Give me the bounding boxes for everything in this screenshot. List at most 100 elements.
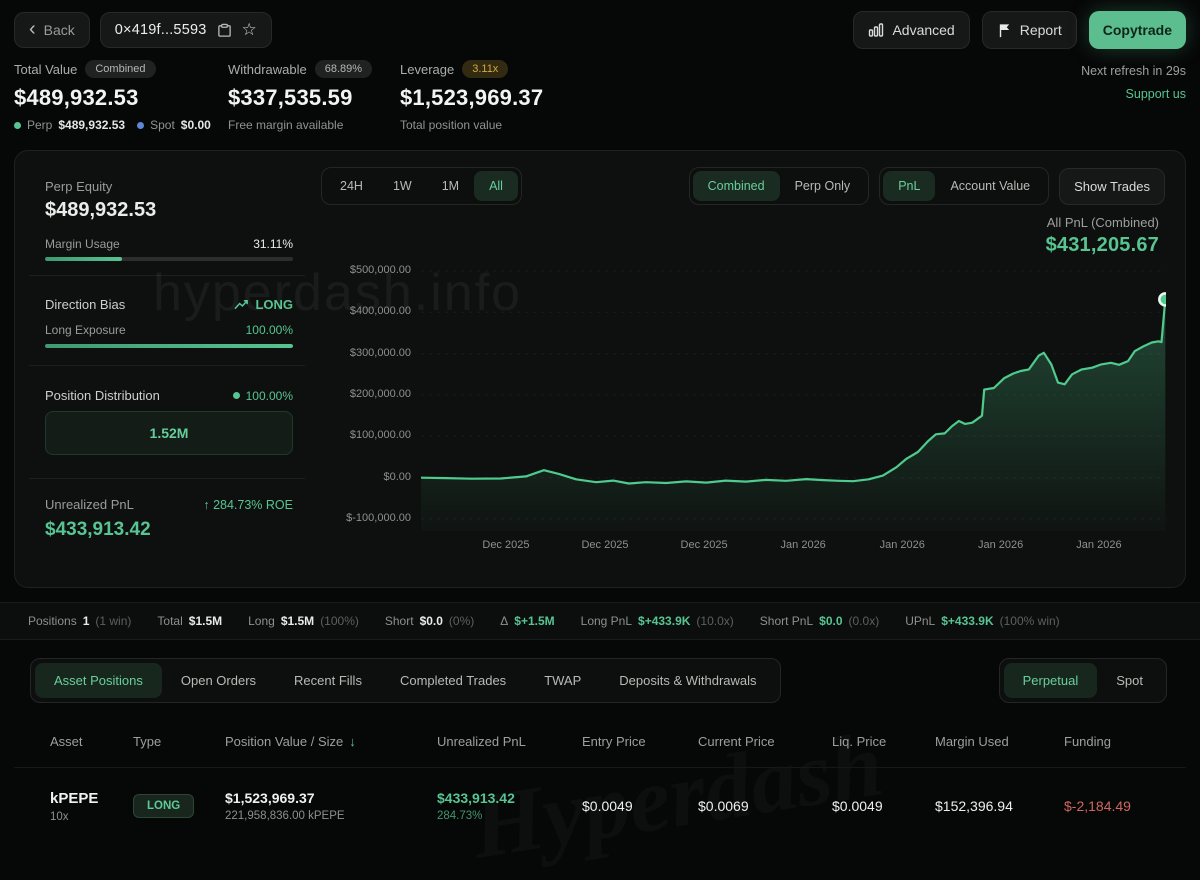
chevron-left-icon: ‹ xyxy=(29,19,36,39)
position-distribution-label: Position Distribution xyxy=(45,388,160,403)
copytrade-button[interactable]: Copytrade xyxy=(1089,11,1186,49)
long-exposure-bar xyxy=(45,344,293,348)
sort-desc-icon: ↓ xyxy=(349,734,356,749)
current-price: $0.0069 xyxy=(698,798,832,814)
copy-icon[interactable] xyxy=(217,23,232,38)
summary-item-short-pnl: Short PnL$0.0(0.0x) xyxy=(760,614,879,628)
tab-deposits-withdrawals[interactable]: Deposits & Withdrawals xyxy=(600,663,775,698)
col-unrealized-pnl[interactable]: Unrealized PnL xyxy=(437,734,582,749)
all-pnl-label: All PnL (Combined) xyxy=(1046,215,1159,230)
support-us-link[interactable]: Support us xyxy=(1081,87,1186,101)
distribution-dot-icon xyxy=(233,392,240,399)
summary-item-total: Total$1.5M xyxy=(157,614,222,628)
summary-item-positions: Positions1(1 win) xyxy=(28,614,131,628)
margin-used: $152,396.94 xyxy=(935,798,1064,814)
asset-symbol: kPEPE xyxy=(50,790,133,807)
table-row[interactable]: kPEPE 10x LONG $1,523,969.37 221,958,836… xyxy=(14,768,1186,844)
asset-leverage: 10x xyxy=(50,811,133,823)
withdrawable-stat: Withdrawable 68.89% $337,535.59 Free mar… xyxy=(228,60,400,132)
x-tick-label: Dec 2025 xyxy=(482,539,529,551)
col-margin-used[interactable]: Margin Used xyxy=(935,734,1064,749)
time-range-group: 24H1W1MAll xyxy=(321,167,522,205)
col-entry-price[interactable]: Entry Price xyxy=(582,734,698,749)
col-position-value[interactable]: Position Value / Size↓ xyxy=(225,734,437,749)
tab-asset-positions[interactable]: Asset Positions xyxy=(35,663,162,698)
combined-badge: Combined xyxy=(85,60,155,78)
perp-label: Perp xyxy=(27,118,52,132)
summary-item-short: Short$0.0(0%) xyxy=(385,614,474,628)
report-label: Report xyxy=(1020,22,1062,38)
col-funding[interactable]: Funding xyxy=(1064,734,1186,749)
withdrawable-sub: Free margin available xyxy=(228,118,343,132)
spot-dot-icon xyxy=(137,122,144,129)
portfolio-sidebar: Perp Equity $489,932.53 Margin Usage 31.… xyxy=(45,151,293,587)
pnl-chart[interactable] xyxy=(421,256,1166,531)
y-tick-label: $0.00 xyxy=(383,471,411,483)
all-pnl-block: All PnL (Combined) $431,205.67 xyxy=(1046,215,1159,257)
market-spot[interactable]: Spot xyxy=(1097,663,1162,698)
range-all[interactable]: All xyxy=(474,171,518,201)
copytrade-label: Copytrade xyxy=(1103,22,1172,38)
unrealized-pnl-pct: 284.73% xyxy=(437,810,582,822)
chart-y-axis: $500,000.00$400,000.00$300,000.00$200,00… xyxy=(321,256,411,531)
x-tick-label: Dec 2025 xyxy=(681,539,728,551)
x-tick-label: Jan 2026 xyxy=(781,539,826,551)
portfolio-card: Perp Equity $489,932.53 Margin Usage 31.… xyxy=(14,150,1186,588)
y-tick-label: $-100,000.00 xyxy=(346,512,411,524)
show-trades-button[interactable]: Show Trades xyxy=(1059,168,1165,205)
summary-item--: Δ$+1.5M xyxy=(500,614,554,628)
advanced-label: Advanced xyxy=(892,22,954,38)
leverage-label: Leverage xyxy=(400,62,454,77)
withdrawable-amount: $337,535.59 xyxy=(228,85,400,111)
bar-chart-icon xyxy=(868,22,884,38)
tab-recent-fills[interactable]: Recent Fills xyxy=(275,663,381,698)
tab-open-orders[interactable]: Open Orders xyxy=(162,663,275,698)
spot-label: Spot xyxy=(150,118,175,132)
leverage-sub: Total position value xyxy=(400,118,502,132)
report-button[interactable]: Report xyxy=(982,11,1077,49)
total-value-stat: Total Value Combined $489,932.53 Perp $4… xyxy=(14,60,228,132)
range-1m[interactable]: 1M xyxy=(427,171,474,201)
leverage-stat: Leverage 3.11x $1,523,969.37 Total posit… xyxy=(400,60,543,132)
margin-usage-bar xyxy=(45,257,293,261)
perp-dot-icon xyxy=(14,122,21,129)
market-perpetual[interactable]: Perpetual xyxy=(1004,663,1098,698)
tab-completed-trades[interactable]: Completed Trades xyxy=(381,663,525,698)
spot-value: $0.00 xyxy=(181,118,211,132)
wallet-address: 0×419f...5593 xyxy=(115,22,207,38)
x-tick-label: Dec 2025 xyxy=(581,539,628,551)
range-24h[interactable]: 24H xyxy=(325,171,378,201)
positions-table: Asset Type Position Value / Size↓ Unreal… xyxy=(14,716,1186,844)
col-asset[interactable]: Asset xyxy=(50,734,133,749)
advanced-button[interactable]: Advanced xyxy=(853,11,969,49)
chart-controls: 24H1W1MAll CombinedPerp Only PnLAccount … xyxy=(321,167,1165,205)
roe-value: 284.73% ROE xyxy=(213,498,293,512)
col-liq-price[interactable]: Liq. Price xyxy=(832,734,935,749)
chart-x-axis: Dec 2025Dec 2025Dec 2025Jan 2026Jan 2026… xyxy=(421,539,1166,555)
metric-account-value[interactable]: Account Value xyxy=(935,171,1045,201)
divider xyxy=(29,275,305,276)
col-type[interactable]: Type xyxy=(133,734,225,749)
favorite-star-icon[interactable]: ☆ xyxy=(242,20,257,40)
metric-pnl[interactable]: PnL xyxy=(883,171,935,201)
liq-price: $0.0049 xyxy=(832,798,935,814)
y-tick-label: $200,000.00 xyxy=(350,388,411,400)
back-button[interactable]: ‹ Back xyxy=(14,12,90,48)
perp-value: $489,932.53 xyxy=(58,118,125,132)
flag-icon xyxy=(997,23,1012,38)
distribution-box[interactable]: 1.52M xyxy=(45,411,293,455)
refresh-countdown: Next refresh in 29s xyxy=(1081,64,1186,78)
back-label: Back xyxy=(44,22,75,38)
leverage-badge: 3.11x xyxy=(462,60,508,78)
range-1w[interactable]: 1W xyxy=(378,171,427,201)
mode-combined[interactable]: Combined xyxy=(693,171,780,201)
withdrawable-badge: 68.89% xyxy=(315,60,372,78)
mode-perp-only[interactable]: Perp Only xyxy=(780,171,866,201)
divider xyxy=(29,478,305,479)
col-current-price[interactable]: Current Price xyxy=(698,734,832,749)
address-pill[interactable]: 0×419f...5593 ☆ xyxy=(100,12,272,48)
direction-bias-value: LONG xyxy=(255,297,293,312)
tab-twap[interactable]: TWAP xyxy=(525,663,600,698)
y-tick-label: $500,000.00 xyxy=(350,264,411,276)
leverage-amount: $1,523,969.37 xyxy=(400,85,543,111)
